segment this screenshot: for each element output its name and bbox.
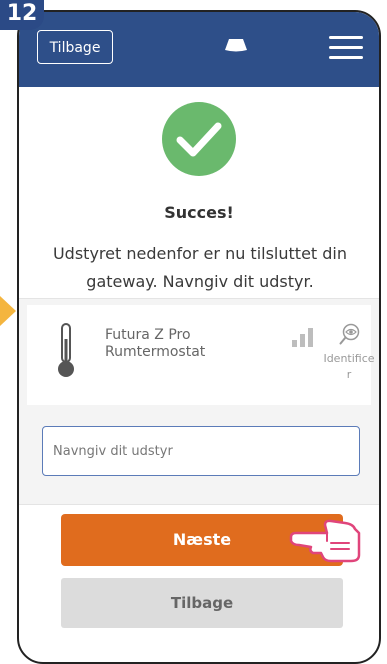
identify-icon[interactable]: [339, 323, 361, 345]
step-number-badge: 12: [0, 0, 44, 30]
success-check-icon: [162, 102, 236, 176]
device-card: Futura Z Pro Rumtermostat Identificer: [27, 305, 375, 405]
device-type: Rumtermostat: [105, 344, 206, 360]
signal-strength-icon: [292, 328, 313, 347]
identify-label[interactable]: Identificer: [323, 351, 375, 383]
phone-frame: Tilbage Succes! Udstyret nedenfor er nu …: [17, 10, 381, 664]
device-name-block: Futura Z Pro Rumtermostat: [105, 327, 205, 361]
header-back-button[interactable]: Tilbage: [37, 30, 113, 64]
pointer-arrow-icon: [0, 296, 16, 326]
device-name-input[interactable]: [42, 426, 360, 476]
pointing-hand-icon: [289, 519, 361, 563]
app-header: Tilbage: [19, 12, 379, 87]
salus-logo-icon: [225, 39, 247, 52]
device-model: Futura Z Pro: [105, 327, 191, 343]
thermometer-icon: [58, 323, 74, 377]
success-title: Succes!: [164, 203, 234, 222]
back-button[interactable]: Tilbage: [61, 578, 343, 628]
success-description: Udstyret nedenfor er nu tilsluttet din g…: [52, 244, 348, 291]
hamburger-menu-icon[interactable]: [329, 36, 363, 60]
